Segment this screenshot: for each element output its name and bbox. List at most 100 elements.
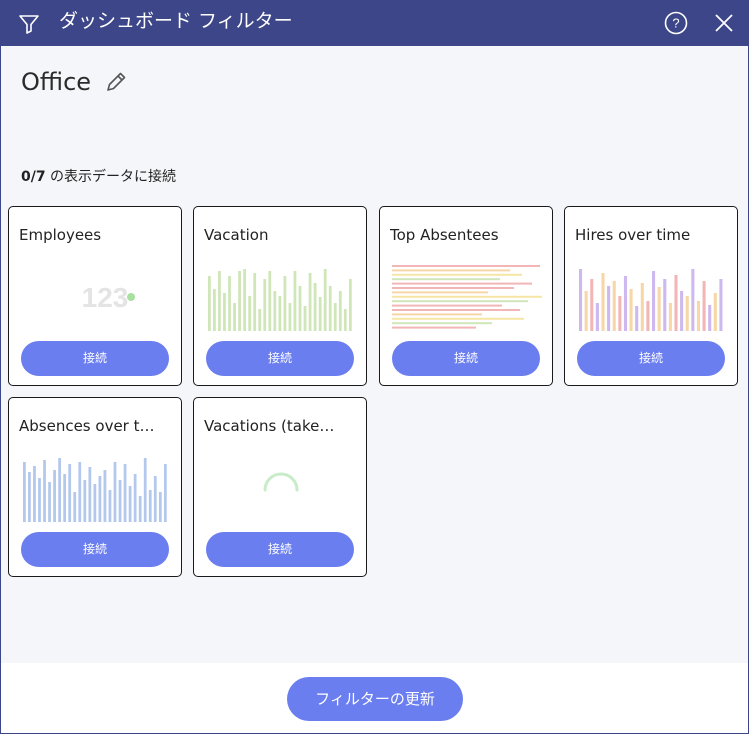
preview-bar xyxy=(691,269,695,331)
preview-bar xyxy=(601,273,605,331)
preview-bar xyxy=(708,305,712,331)
card-title: Absences over t… xyxy=(19,417,155,435)
preview-bar xyxy=(313,283,317,331)
preview-bar xyxy=(223,293,226,331)
preview-bar xyxy=(293,271,297,331)
preview-bar xyxy=(48,482,51,522)
card-absences-over-time: Absences over t… 接続 xyxy=(8,397,182,577)
preview-bar xyxy=(646,301,650,331)
bar-preview-multi xyxy=(579,269,723,331)
preview-bar xyxy=(38,478,41,522)
connect-button[interactable]: 接続 xyxy=(577,341,725,376)
preview-bar xyxy=(612,281,616,331)
kpi-dot xyxy=(127,293,135,301)
card-vacations-taken: Vacations (take… 接続 xyxy=(193,397,367,577)
preview-bar xyxy=(328,286,332,331)
preview-bar xyxy=(88,467,92,522)
preview-bar xyxy=(208,276,211,331)
preview-bar xyxy=(243,269,247,331)
preview-bar xyxy=(303,306,307,331)
preview-bar xyxy=(23,462,26,522)
preview-bar xyxy=(579,269,583,331)
filter-icon xyxy=(19,15,39,34)
connect-button[interactable]: 接続 xyxy=(21,341,169,376)
preview-bar xyxy=(113,462,117,522)
preview-bar xyxy=(228,276,231,331)
preview-bar xyxy=(298,286,302,331)
preview-bar xyxy=(283,276,287,331)
preview-bar xyxy=(248,296,252,331)
preview-bar xyxy=(333,303,337,331)
preview-bar xyxy=(263,279,267,331)
preview-bar xyxy=(213,289,216,331)
preview-bar xyxy=(652,271,656,331)
card-employees: Employees 123 接続 xyxy=(8,206,182,386)
preview-bar xyxy=(713,293,717,331)
preview-hbar xyxy=(392,313,482,316)
preview-bar xyxy=(103,470,107,522)
card-title: Vacations (take… xyxy=(204,417,335,435)
card-title: Hires over time xyxy=(575,226,691,244)
preview-bar xyxy=(253,273,257,331)
preview-bar xyxy=(118,480,122,522)
loading-spinner-icon xyxy=(263,472,299,492)
preview-bar xyxy=(595,303,599,331)
refresh-filter-button[interactable]: フィルターの更新 xyxy=(287,677,463,721)
preview-hbar xyxy=(392,278,500,281)
card-hires-over-time: Hires over time 接続 xyxy=(564,206,738,386)
preview-bar xyxy=(607,286,611,331)
preview-bar xyxy=(163,464,167,522)
close-icon[interactable] xyxy=(713,12,735,34)
preview-bar xyxy=(696,301,701,331)
connect-button[interactable]: 接続 xyxy=(206,341,354,376)
connect-button[interactable]: 接続 xyxy=(206,532,354,567)
dashboard-name: Office xyxy=(21,68,92,96)
kpi-value: 123 xyxy=(82,282,129,313)
preview-bar xyxy=(635,306,639,331)
preview-bar xyxy=(53,470,56,522)
preview-hbar xyxy=(392,273,522,276)
preview-bar xyxy=(629,289,633,331)
preview-bar xyxy=(218,271,221,331)
kpi-preview: 123 xyxy=(82,282,135,313)
preview-bar xyxy=(143,458,147,522)
preview-bar xyxy=(273,291,277,331)
preview-bar xyxy=(108,490,112,522)
preview-bar xyxy=(343,309,347,331)
preview-hbar xyxy=(392,300,528,303)
preview-bar xyxy=(83,480,87,522)
preview-bar xyxy=(674,275,678,331)
bar-preview-green xyxy=(208,269,352,331)
preview-bar xyxy=(323,269,327,331)
preview-bar xyxy=(133,474,137,522)
preview-bar xyxy=(233,303,236,331)
preview-bar xyxy=(63,474,67,522)
connect-button[interactable]: 接続 xyxy=(21,532,169,567)
preview-hbar xyxy=(392,282,532,285)
preview-bar xyxy=(685,296,689,331)
preview-hbar xyxy=(392,287,514,289)
preview-hbar xyxy=(392,326,476,329)
preview-bar xyxy=(98,476,102,522)
preview-bar xyxy=(33,466,36,522)
preview-hbar xyxy=(392,309,520,311)
preview-bar xyxy=(702,281,706,331)
preview-bar xyxy=(58,458,62,522)
preview-bar xyxy=(348,279,352,331)
preview-hbar xyxy=(392,317,524,320)
connected-suffix: の表示データに接続 xyxy=(45,169,177,185)
preview-bar xyxy=(78,462,82,522)
pencil-icon[interactable] xyxy=(103,69,129,95)
card-title: Top Absentees xyxy=(390,226,499,244)
help-icon[interactable]: ? xyxy=(664,11,688,35)
card-top-absentees: Top Absentees 接続 xyxy=(379,206,553,386)
preview-bar xyxy=(668,303,672,331)
preview-bar xyxy=(623,276,628,331)
dashboard-filter-dialog: ダッシュボード フィルター ? Office 0/7 の表示データに接続 Emp… xyxy=(0,0,749,734)
preview-bar xyxy=(318,297,322,331)
preview-bar xyxy=(278,296,282,331)
preview-bar xyxy=(680,291,684,331)
preview-bar xyxy=(123,464,127,522)
preview-hbar xyxy=(392,265,540,267)
connect-button[interactable]: 接続 xyxy=(392,341,540,376)
